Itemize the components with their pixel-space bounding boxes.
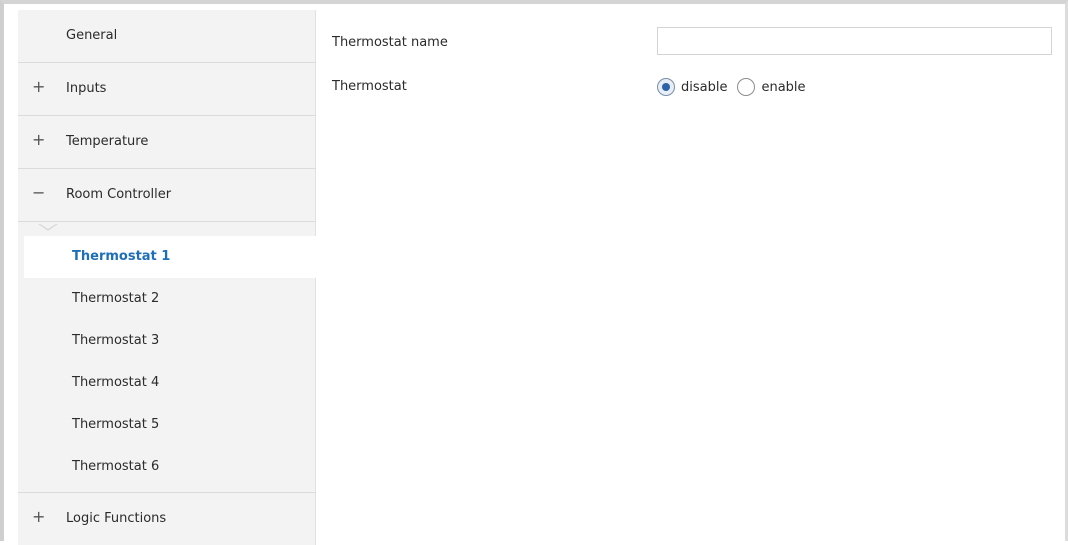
enable-radio-label[interactable]: enable: [761, 80, 805, 95]
expand-icon[interactable]: +: [32, 78, 45, 96]
sidebar-item-temperature[interactable]: + Temperature: [18, 116, 316, 169]
sidebar-item-label: Room Controller: [66, 187, 172, 202]
radio-checked-icon[interactable]: [657, 78, 675, 96]
disable-radio-label[interactable]: disable: [681, 80, 727, 95]
sidebar-subitem-thermostat-6[interactable]: Thermostat 6: [18, 446, 316, 488]
disable-radio[interactable]: disable: [657, 78, 727, 96]
enable-radio[interactable]: enable: [737, 78, 806, 96]
app-window: General + Inputs + Temperature − Room Co…: [0, 0, 1068, 545]
sidebar-item-room-controller[interactable]: − Room Controller: [18, 169, 316, 222]
sidebar-item-label: General: [66, 28, 118, 43]
sidebar-subitem-thermostat-1[interactable]: Thermostat 1: [24, 236, 322, 278]
sidebar-subitem-thermostat-4[interactable]: Thermostat 4: [18, 362, 316, 404]
sidebar-item-label: Inputs: [66, 81, 107, 96]
sidebar-subitem-thermostat-3[interactable]: Thermostat 3: [18, 320, 316, 362]
sidebar-subitem-label: Thermostat 6: [72, 459, 160, 474]
sidebar-item-logic-functions[interactable]: + Logic Functions: [18, 492, 316, 545]
settings-panel: Thermostat name Thermostat disable enabl…: [316, 10, 1065, 541]
collapse-icon[interactable]: −: [32, 184, 45, 202]
sidebar-subitem-label: Thermostat 3: [72, 333, 160, 348]
thermostat-radio-group: disable enable: [657, 77, 816, 97]
sidebar-subitem-thermostat-2[interactable]: Thermostat 2: [18, 278, 316, 320]
expand-icon[interactable]: +: [32, 131, 45, 149]
sidebar-item-label: Logic Functions: [66, 511, 167, 526]
sidebar-item-general[interactable]: General: [18, 10, 316, 63]
sidebar: General + Inputs + Temperature − Room Co…: [18, 10, 322, 545]
sidebar-subitem-label: Thermostat 4: [72, 375, 160, 390]
sidebar-subitem-label: Thermostat 1: [72, 249, 171, 264]
sidebar-item-label: Temperature: [66, 134, 149, 149]
thermostat-label: Thermostat: [332, 79, 407, 94]
sidebar-subitem-label: Thermostat 5: [72, 417, 160, 432]
expand-icon[interactable]: +: [32, 508, 45, 526]
thermostat-name-input[interactable]: [657, 27, 1052, 55]
sidebar-subitem-thermostat-5[interactable]: Thermostat 5: [18, 404, 316, 446]
submenu-pointer: [38, 223, 58, 231]
sidebar-subitem-label: Thermostat 2: [72, 291, 160, 306]
radio-unchecked-icon[interactable]: [737, 78, 756, 96]
thermostat-name-label: Thermostat name: [332, 35, 448, 50]
sidebar-item-inputs[interactable]: + Inputs: [18, 63, 316, 116]
